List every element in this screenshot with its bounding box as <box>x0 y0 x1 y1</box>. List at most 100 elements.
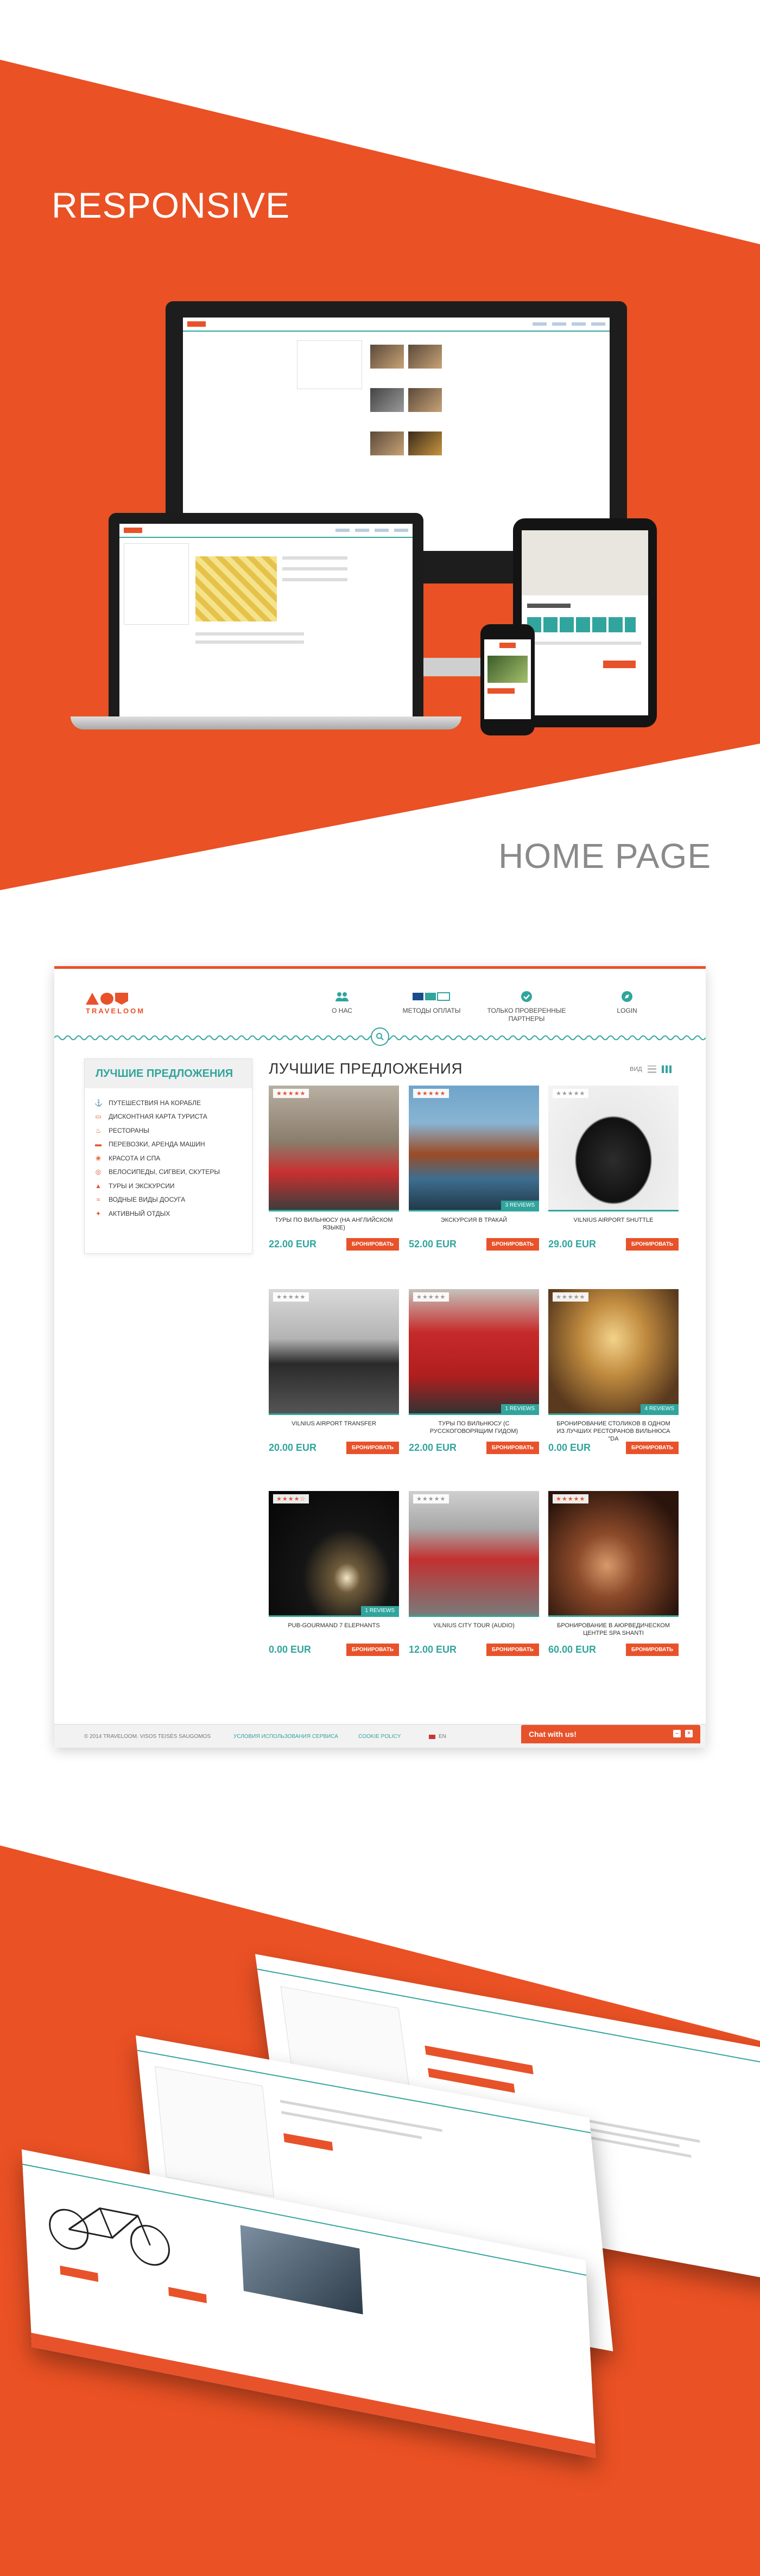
category-item[interactable]: ▬ ПЕРЕВОЗКИ, АРЕНДА МАШИН <box>94 1138 242 1152</box>
offer-card[interactable]: ★★★★★ БРОНИРОВАНИЕ В АЮРВЕДИЧЕСКОМ ЦЕНТР… <box>548 1491 679 1656</box>
category-label: ТУРЫ И ЭКСКУРСИИ <box>109 1182 175 1190</box>
category-item[interactable]: ✦ АКТИВНЫЙ ОТДЫХ <box>94 1207 242 1221</box>
pin-shape <box>115 993 128 1005</box>
book-button[interactable]: БРОНИРОВАТЬ <box>626 1644 679 1656</box>
terms-link[interactable]: УСЛОВИЯ ИСПОЛЬЗОВАНИЯ СЕРВИСА <box>233 1734 338 1740</box>
offer-card[interactable]: ★★★★★ 4 REVIEWS БРОНИРОВАНИЕ СТОЛИКОВ В … <box>548 1289 679 1454</box>
active-icon: ✦ <box>95 1209 102 1217</box>
offer-name: ТУРЫ ПО ВИЛЬНЮСУ (НА АНГЛИЙСКОМ ЯЗЫКЕ) <box>275 1217 393 1231</box>
rating-stars: ★★★★★ <box>413 1292 449 1302</box>
mini-button <box>283 2133 333 2151</box>
nav-label: ТОЛЬКО ПРОВЕРЕННЫЕ ПАРТНЕРЫ <box>487 1007 566 1023</box>
reviews-badge: 3 REVIEWS <box>501 1201 539 1210</box>
nav-payment[interactable]: МЕТОДЫ ОПЛАТЫ <box>391 991 472 1015</box>
mini-logo <box>124 528 142 533</box>
payment-cards-icon <box>413 991 451 1003</box>
offer-card[interactable]: ★★★★★ VILNIUS AIRPORT SHUTTLE 29.00 EUR Б… <box>548 1086 679 1251</box>
mini-thumb <box>408 432 442 455</box>
mini-thumb <box>370 388 404 412</box>
offer-photo: ★★★★★ 1 REVIEWS <box>409 1289 539 1415</box>
laptop <box>109 513 423 722</box>
book-button[interactable]: БРОНИРОВАТЬ <box>626 1442 679 1454</box>
book-button[interactable]: БРОНИРОВАТЬ <box>346 1644 399 1656</box>
category-item[interactable]: ◎ ВЕЛОСИПЕДЫ, СИГВЕИ, СКУТЕРЫ <box>94 1165 242 1179</box>
language-switch[interactable]: EN <box>429 1734 446 1740</box>
offer-price: 22.00 EUR <box>409 1442 457 1453</box>
category-item[interactable]: ❀ КРАСОТА И СПА <box>94 1151 242 1165</box>
logo[interactable]: TRAVELOOM <box>86 993 145 1015</box>
minimize-icon[interactable]: – <box>673 1730 681 1737</box>
book-button[interactable]: БРОНИРОВАТЬ <box>346 1238 399 1251</box>
check-circle-icon <box>520 991 534 1003</box>
mini-nav <box>533 322 547 326</box>
site-header: TRAVELOOM О НАС МЕТОДЫ ОПЛАТЫ ТОЛЬКО ПРО… <box>54 969 706 1046</box>
offer-card[interactable]: ★★★★★ VILNIUS AIRPORT TRANSFER 20.00 EUR… <box>269 1289 399 1454</box>
grid-view-icon[interactable] <box>661 1065 672 1073</box>
category-item[interactable]: ♨ РЕСТОРАНЫ <box>94 1124 242 1138</box>
logo-shapes <box>86 993 145 1005</box>
sidebar-title: ЛУЧШИЕ ПРЕДЛОЖЕНИЯ <box>85 1059 252 1088</box>
rating-stars: ★★★★★ <box>413 1494 449 1503</box>
category-item[interactable]: ⚓ ПУТЕШЕСТВИЯ НА КОРАБЛЕ <box>94 1096 242 1110</box>
mini-text-line <box>282 578 347 581</box>
mini-thumb <box>408 388 442 412</box>
search-button[interactable] <box>371 1027 389 1046</box>
tablet-screen <box>522 530 648 715</box>
offer-card[interactable]: ★★★★☆ 1 REVIEWS PUB-GOURMAND 7 ELEPHANTS… <box>269 1491 399 1656</box>
offer-price: 52.00 EUR <box>409 1239 457 1249</box>
offer-price: 0.00 EUR <box>548 1442 591 1453</box>
offer-card[interactable]: ★★★★★ 1 REVIEWS ТУРЫ ПО ВИЛЬНЮСУ (С РУСС… <box>409 1289 539 1454</box>
offer-card[interactable]: ★★★★★ 3 REVIEWS ЭКСКУРСИЯ В ТРАКАЙ 52.00… <box>409 1086 539 1251</box>
category-item[interactable]: ≈ ВОДНЫЕ ВИДЫ ДОСУГА <box>94 1193 242 1207</box>
mini-nav <box>552 322 566 326</box>
book-button[interactable]: БРОНИРОВАТЬ <box>486 1644 539 1656</box>
laptop-screen <box>119 524 413 716</box>
offer-photo: ★★★★★ 3 REVIEWS <box>409 1086 539 1211</box>
mini-nav <box>394 529 408 532</box>
category-item[interactable]: ▲ ТУРЫ И ЭКСКУРСИИ <box>94 1179 242 1193</box>
category-label: ВОДНЫЕ ВИДЫ ДОСУГА <box>109 1196 186 1204</box>
nav-about[interactable]: О НАС <box>301 991 383 1015</box>
mini-logo <box>187 321 206 327</box>
reviews-badge: 1 REVIEWS <box>501 1404 539 1413</box>
offer-price: 12.00 EUR <box>409 1644 457 1655</box>
mini-sidebar <box>124 543 189 625</box>
reviews-badge: 1 REVIEWS <box>360 1606 399 1615</box>
list-view-icon[interactable] <box>647 1065 656 1073</box>
mini-button <box>603 661 636 668</box>
section-title-responsive: RESPONSIVE <box>52 185 290 225</box>
offer-price: 0.00 EUR <box>269 1644 312 1655</box>
rating-stars: ★★★★☆ <box>273 1494 309 1503</box>
nav-login[interactable]: LOGIN <box>586 991 668 1015</box>
nav-label: LOGIN <box>617 1007 637 1014</box>
mini-button <box>427 2068 515 2093</box>
flag-icon <box>429 1734 435 1739</box>
nav-partners[interactable]: ТОЛЬКО ПРОВЕРЕННЫЕ ПАРТНЕРЫ <box>486 991 567 1023</box>
category-item[interactable]: ▭ ДИСКОНТНАЯ КАРТА ТУРИСТА <box>94 1110 242 1124</box>
rating-stars: ★★★★★ <box>553 1089 589 1098</box>
category-label: ДИСКОНТНАЯ КАРТА ТУРИСТА <box>109 1113 207 1121</box>
close-icon[interactable]: × <box>685 1730 693 1737</box>
offer-name: ТУРЫ ПО ВИЛЬНЮСУ (С РУССКОГОВОРЯЩИМ ГИДО… <box>429 1420 518 1435</box>
book-button[interactable]: БРОНИРОВАТЬ <box>486 1238 539 1251</box>
offer-name: VILNIUS AIRPORT SHUTTLE <box>573 1217 654 1223</box>
book-button[interactable]: БРОНИРОВАТЬ <box>486 1442 539 1454</box>
offer-card[interactable]: ★★★★★ ТУРЫ ПО ВИЛЬНЮСУ (НА АНГЛИЙСКОМ ЯЗ… <box>269 1086 399 1251</box>
offers-title: ЛУЧШИЕ ПРЕДЛОЖЕНИЯ <box>269 1060 463 1077</box>
presentation-canvas: RESPONSIVE HOME PAGE TRAVELOOM О НАС МЕТ… <box>0 0 760 2576</box>
mini-text-line <box>527 604 571 608</box>
mini-nav <box>375 529 389 532</box>
restaurant-icon: ♨ <box>95 1126 102 1134</box>
mini-text-line <box>195 632 304 636</box>
cookie-link[interactable]: COOKIE POLICY <box>358 1734 401 1740</box>
mini-map <box>195 556 277 621</box>
phone <box>480 624 535 735</box>
book-button[interactable]: БРОНИРОВАТЬ <box>626 1238 679 1251</box>
water-icon: ≈ <box>96 1196 100 1204</box>
mini-header <box>183 318 610 332</box>
chat-widget[interactable]: Chat with us! – × <box>521 1725 700 1743</box>
compass-icon <box>620 991 634 1003</box>
book-button[interactable]: БРОНИРОВАТЬ <box>346 1442 399 1454</box>
offer-card[interactable]: ★★★★★ VILNIUS CITY TOUR (AUDIO) 12.00 EU… <box>409 1491 539 1656</box>
circle-shape <box>100 993 113 1005</box>
